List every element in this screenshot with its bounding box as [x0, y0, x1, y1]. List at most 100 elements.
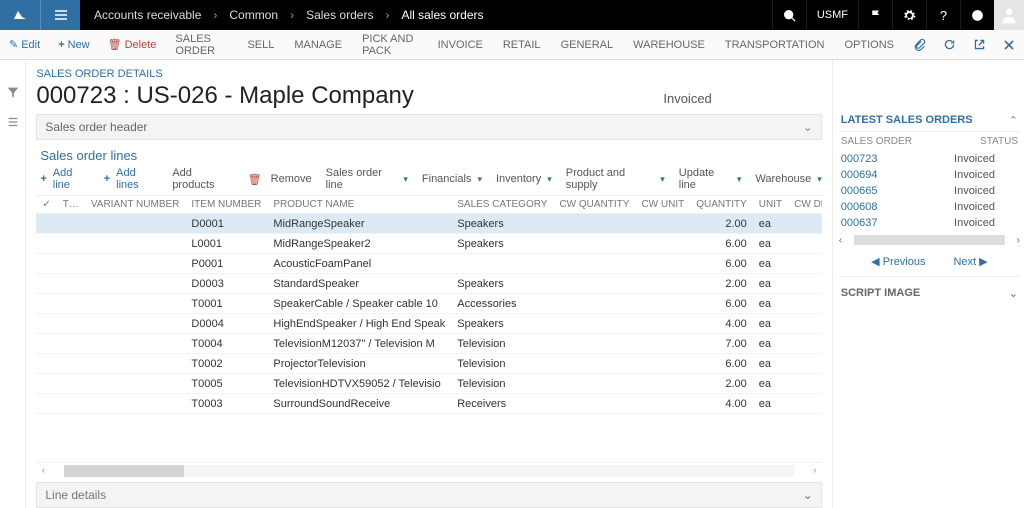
chevron-up-icon: ⌃ [1009, 114, 1018, 127]
header-expander[interactable]: Sales order header ⌄ [36, 114, 821, 140]
globe-icon[interactable] [960, 0, 994, 30]
col-salesorder: SALES ORDER [841, 136, 980, 147]
tab-warehouse[interactable]: WAREHOUSE [623, 30, 715, 60]
flag-icon[interactable] [858, 0, 892, 30]
latest-order-row[interactable]: 000723Invoiced [839, 151, 1020, 167]
close-icon[interactable] [994, 30, 1024, 60]
hamburger-menu[interactable] [40, 0, 80, 30]
breadcrumb: Accounts receivable Common Sales orders … [80, 8, 483, 22]
user-avatar[interactable] [994, 0, 1024, 30]
edit-button[interactable]: Edit [0, 30, 49, 60]
new-button[interactable]: New [49, 30, 98, 60]
table-row[interactable]: D0004HighEndSpeaker / High End SpeakSpea… [36, 314, 821, 334]
productsupply-menu[interactable]: Product and supply [566, 167, 665, 191]
scroll-right-icon[interactable]: › [1017, 235, 1020, 246]
breadcrumb-item[interactable]: All sales orders [401, 8, 483, 22]
breadcrumb-item[interactable]: Sales orders [306, 8, 373, 22]
updateline-menu[interactable]: Update line [679, 167, 742, 191]
breadcrumb-item[interactable]: Accounts receivable [94, 8, 201, 22]
breadcrumb-item[interactable]: Common [229, 8, 278, 22]
chevron-down-icon: ⌄ [803, 488, 813, 502]
latest-order-row[interactable]: 000665Invoiced [839, 183, 1020, 199]
page-title-row: 000723 : US-026 - Maple Company Invoiced [36, 82, 821, 114]
lines-table[interactable]: ✓ T… VARIANT NUMBER ITEM NUMBER PRODUCT … [36, 196, 821, 414]
grid-hscroll[interactable]: ‹ › [36, 462, 821, 478]
chevron-down-icon: ⌄ [1009, 287, 1018, 300]
col-cwunit[interactable]: CW UNIT [635, 196, 690, 214]
left-rail [0, 60, 26, 508]
table-row[interactable]: L0001MidRangeSpeaker2Speakers6.00ea [36, 234, 821, 254]
company-selector[interactable]: USMF [806, 0, 858, 30]
page-title: 000723 : US-026 - Maple Company [36, 82, 414, 110]
section-label: SALES ORDER DETAILS [36, 64, 821, 82]
tab-general[interactable]: GENERAL [551, 30, 624, 60]
next-button[interactable]: Next ▶ [953, 255, 987, 268]
list-icon[interactable] [5, 114, 21, 130]
col-product[interactable]: PRODUCT NAME [267, 196, 451, 214]
filter-icon[interactable] [5, 84, 21, 100]
tab-options[interactable]: OPTIONS [834, 30, 904, 60]
tab-manage[interactable]: MANAGE [284, 30, 352, 60]
tab-retail[interactable]: RETAIL [493, 30, 551, 60]
tab-invoice[interactable]: INVOICE [428, 30, 493, 60]
delete-button[interactable]: Delete [99, 30, 166, 60]
latest-orders-title: LATEST SALES ORDERS [841, 114, 973, 127]
line-details-expander[interactable]: Line details ⌄ [36, 482, 821, 508]
financials-menu[interactable]: Financials [422, 173, 482, 185]
line-toolbar: Add line Add lines Add products 🗑 Remove… [36, 165, 821, 195]
addproducts-button[interactable]: Add products [172, 167, 233, 191]
table-row[interactable]: T0001SpeakerCable / Speaker cable 10Acce… [36, 294, 821, 314]
col-salescat[interactable]: SALES CATEGORY [451, 196, 553, 214]
tab-salesorder[interactable]: SALES ORDER [165, 30, 237, 60]
script-image-section[interactable]: SCRIPT IMAGE ⌄ [839, 276, 1020, 310]
col-unit[interactable]: UNIT [753, 196, 788, 214]
rp-hscroll[interactable]: ‹ › [839, 233, 1020, 247]
page-status: Invoiced [663, 91, 821, 106]
col-item[interactable]: ITEM NUMBER [185, 196, 267, 214]
warehouse-menu[interactable]: Warehouse [755, 173, 821, 185]
col-cwdeliver[interactable]: CW DELIVER I [788, 196, 822, 214]
addline-button[interactable]: Add line [40, 167, 89, 191]
inventory-menu[interactable]: Inventory [496, 173, 552, 185]
scroll-right-icon[interactable]: › [808, 465, 822, 476]
table-row[interactable]: T0002ProjectorTelevisionTelevision6.00ea [36, 354, 821, 374]
col-check[interactable]: ✓ [36, 196, 56, 214]
grid: ✓ T… VARIANT NUMBER ITEM NUMBER PRODUCT … [36, 195, 821, 458]
table-row[interactable]: P0001AcousticFoamPanel6.00ea [36, 254, 821, 274]
tab-pickpack[interactable]: PICK AND PACK [352, 30, 428, 60]
search-icon[interactable] [772, 0, 806, 30]
latest-orders-cols: SALES ORDER STATUS [839, 132, 1020, 151]
gear-icon[interactable] [892, 0, 926, 30]
table-row[interactable]: D0001MidRangeSpeakerSpeakers2.00ea [36, 214, 821, 234]
tab-transportation[interactable]: TRANSPORTATION [715, 30, 835, 60]
col-cwqty[interactable]: CW QUANTITY [553, 196, 635, 214]
attach-icon[interactable] [904, 30, 934, 60]
latest-order-row[interactable]: 000694Invoiced [839, 167, 1020, 183]
table-row[interactable]: T0004TelevisionM12037" / Television MTel… [36, 334, 821, 354]
scroll-left-icon[interactable]: ‹ [36, 465, 50, 476]
latest-order-row[interactable]: 000637Invoiced [839, 215, 1020, 231]
prev-button[interactable]: ◀ Previous [871, 255, 925, 268]
salesorderline-menu[interactable]: Sales order line [326, 167, 408, 191]
remove-button[interactable]: 🗑 Remove [248, 173, 312, 186]
content: SALES ORDER DETAILS 000723 : US-026 - Ma… [26, 60, 831, 508]
table-row[interactable]: T0003SurroundSoundReceiveReceivers4.00ea [36, 394, 821, 414]
app-logo[interactable] [0, 0, 40, 30]
table-row[interactable]: D0003StandardSpeakerSpeakers2.00ea [36, 274, 821, 294]
addlines-button[interactable]: Add lines [104, 167, 159, 191]
refresh-icon[interactable] [934, 30, 964, 60]
popout-icon[interactable] [964, 30, 994, 60]
scroll-left-icon[interactable]: ‹ [839, 235, 842, 246]
col-qty[interactable]: QUANTITY [690, 196, 753, 214]
help-icon[interactable]: ? [926, 0, 960, 30]
topbar: Accounts receivable Common Sales orders … [0, 0, 1024, 30]
table-row[interactable]: T0005TelevisionHDTVX59052 / TelevisioTel… [36, 374, 821, 394]
tab-sell[interactable]: SELL [237, 30, 284, 60]
col-variant[interactable]: VARIANT NUMBER [85, 196, 186, 214]
scroll-thumb[interactable] [64, 465, 184, 477]
latest-orders-header[interactable]: LATEST SALES ORDERS ⌃ [839, 110, 1020, 132]
col-type[interactable]: T… [57, 196, 85, 214]
latest-order-row[interactable]: 000608Invoiced [839, 199, 1020, 215]
scroll-track[interactable] [64, 465, 793, 477]
scroll-track[interactable] [854, 235, 1005, 245]
